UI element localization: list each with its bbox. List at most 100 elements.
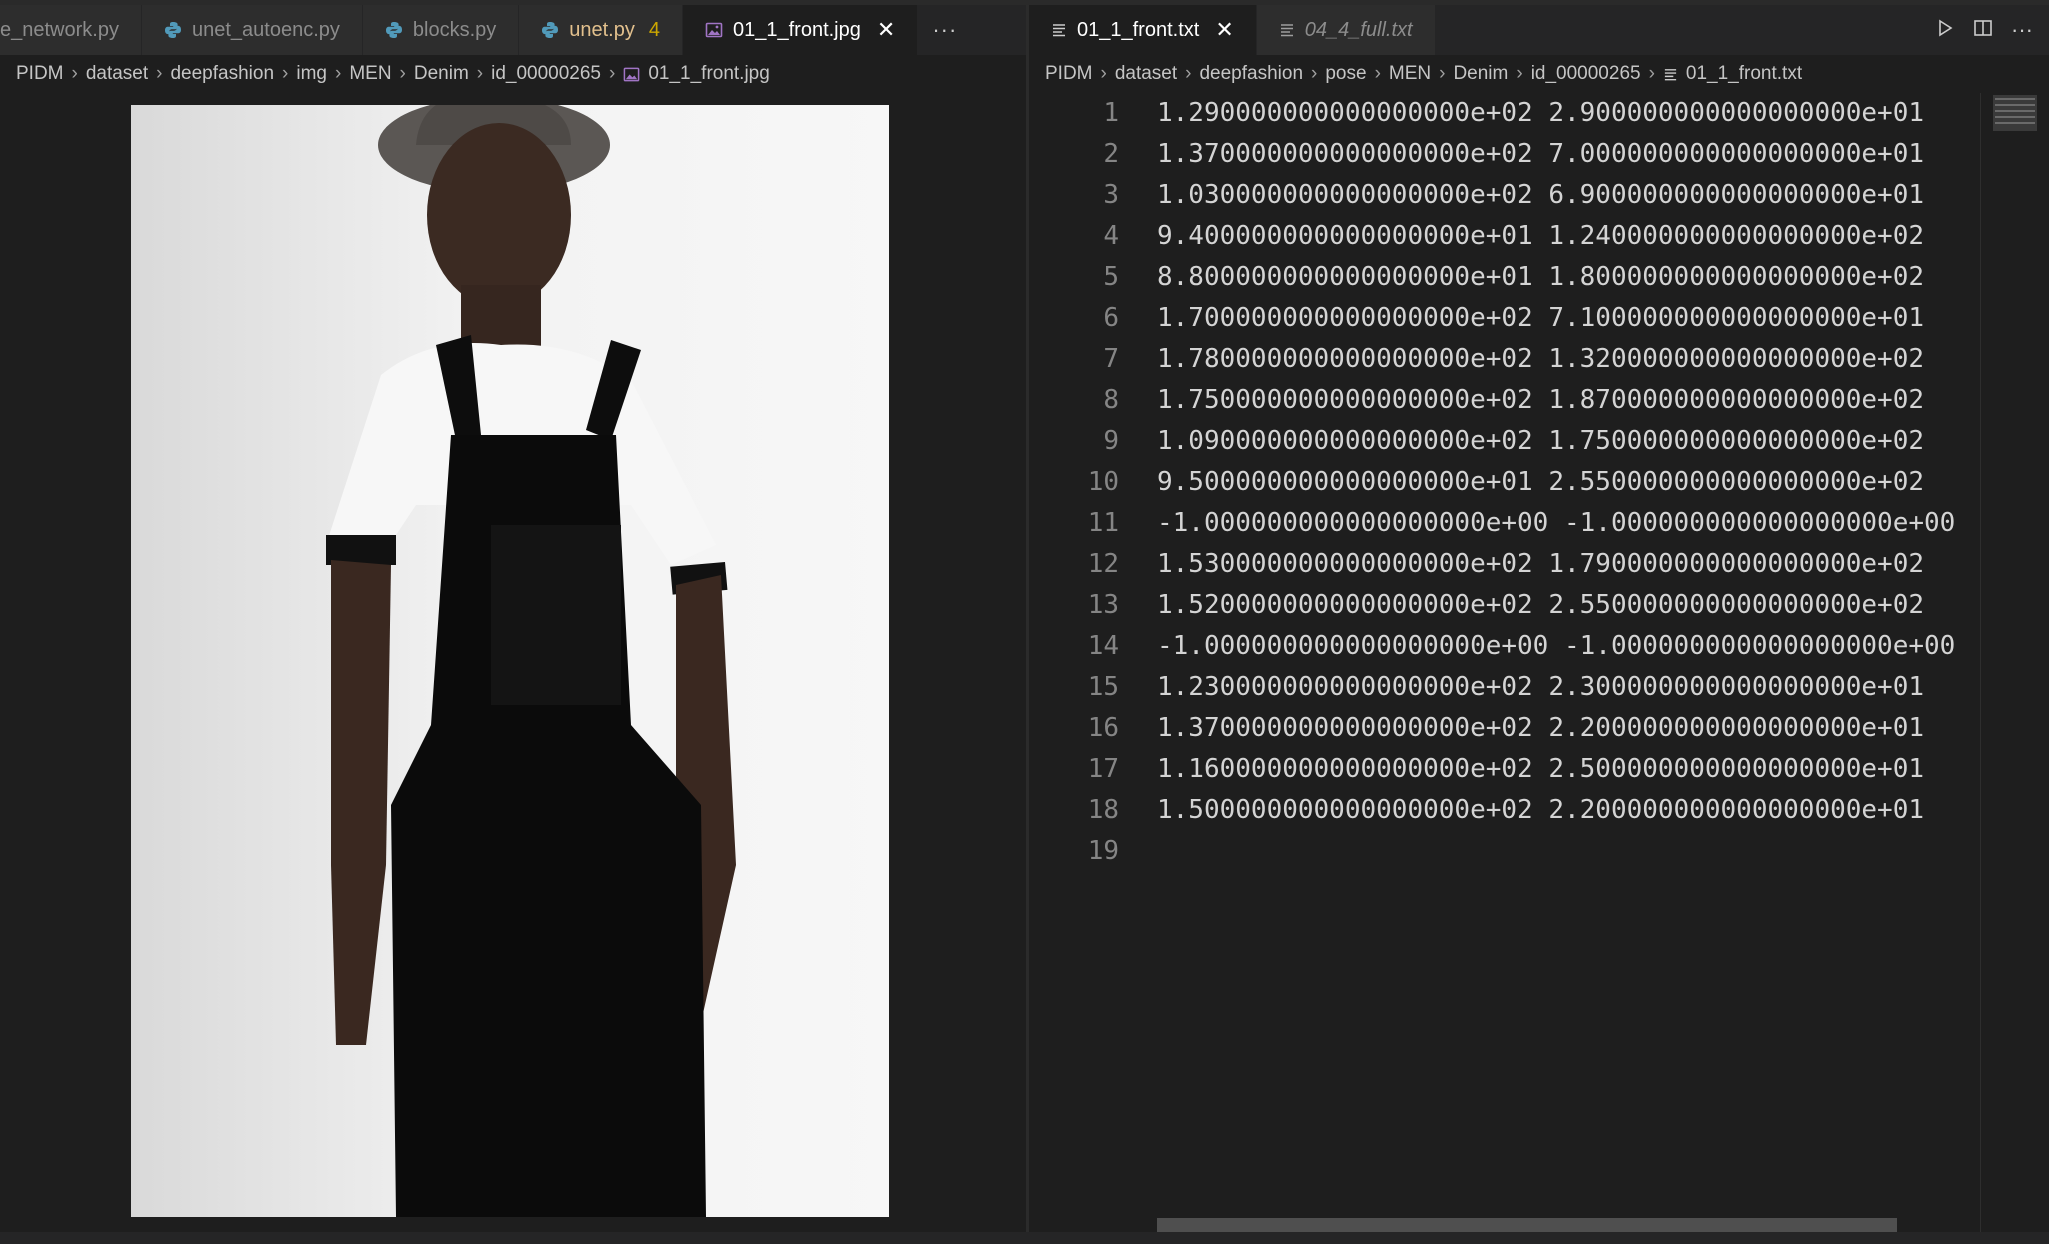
chevron-right-icon: › [156, 63, 163, 84]
chevron-right-icon: › [1648, 63, 1655, 84]
image-icon [705, 21, 723, 39]
tab-label: unet_autoenc.py [191, 18, 340, 41]
code-line[interactable]: -1.000000000000000000e+00 -1.00000000000… [1157, 626, 2007, 667]
breadcrumb-item[interactable]: 01_1_front.txt [1686, 63, 1802, 85]
breadcrumb-item[interactable]: img [296, 63, 327, 85]
editor-actions: ··· [1935, 5, 2049, 55]
split-editor-icon[interactable] [1973, 18, 1993, 43]
code-line[interactable]: 1.030000000000000000e+02 6.9000000000000… [1157, 175, 2007, 216]
breadcrumb-item[interactable]: 01_1_front.jpg [648, 63, 770, 85]
code-line[interactable]: 1.090000000000000000e+02 1.7500000000000… [1157, 421, 2007, 462]
breadcrumb-item[interactable]: MEN [1389, 63, 1431, 85]
breadcrumb-item[interactable]: Denim [1453, 63, 1508, 85]
chevron-right-icon: › [1374, 63, 1381, 84]
minimap-divider [1980, 93, 1981, 1232]
code-editor[interactable]: 1 2 3 4 5 6 7 8 9 10 11 12 13 14 15 16 1… [1029, 93, 2049, 1232]
code-line[interactable]: 1.500000000000000000e+02 2.2000000000000… [1157, 790, 2007, 831]
code-line[interactable]: 1.700000000000000000e+02 7.1000000000000… [1157, 298, 2007, 339]
code-line[interactable]: 1.230000000000000000e+02 2.3000000000000… [1157, 667, 2007, 708]
breadcrumb-item[interactable]: PIDM [1045, 63, 1093, 85]
breadcrumb-item[interactable]: id_00000265 [491, 63, 601, 85]
run-icon[interactable] [1935, 18, 1955, 43]
file-text-icon [1279, 22, 1295, 38]
code-line[interactable]: 1.520000000000000000e+02 2.5500000000000… [1157, 585, 2007, 626]
breadcrumb-item[interactable]: deepfashion [170, 63, 274, 85]
chevron-right-icon: › [399, 63, 406, 84]
code-line[interactable]: 1.750000000000000000e+02 1.8700000000000… [1157, 380, 2007, 421]
python-icon [385, 21, 403, 39]
python-icon [541, 21, 559, 39]
code-lines[interactable]: 1.290000000000000000e+02 2.9000000000000… [1157, 93, 2007, 872]
image-icon [623, 66, 640, 83]
horizontal-scrollbar[interactable] [1029, 1218, 2049, 1232]
line-number: 15 [1087, 672, 1119, 702]
more-actions-icon[interactable]: ··· [2011, 17, 2033, 43]
line-number: 8 [1103, 385, 1119, 415]
close-icon[interactable]: ✕ [877, 17, 895, 43]
code-line[interactable]: 8.800000000000000000e+01 1.8000000000000… [1157, 257, 2007, 298]
code-line[interactable]: 1.780000000000000000e+02 1.3200000000000… [1157, 339, 2007, 380]
breadcrumb-item[interactable]: PIDM [16, 63, 64, 85]
line-number: 11 [1087, 508, 1119, 538]
line-number: 16 [1087, 713, 1119, 743]
breadcrumb-item[interactable]: id_00000265 [1531, 63, 1641, 85]
close-icon[interactable]: ✕ [1215, 17, 1233, 43]
line-number: 1 [1103, 98, 1119, 128]
line-number: 4 [1103, 221, 1119, 251]
tab-blocks[interactable]: blocks.py [362, 5, 520, 55]
breadcrumb-item[interactable]: MEN [349, 63, 391, 85]
code-line[interactable] [1157, 831, 2007, 872]
breadcrumb-item[interactable]: Denim [414, 63, 469, 85]
code-line[interactable]: 9.500000000000000000e+01 2.5500000000000… [1157, 462, 2007, 503]
file-text-icon [1051, 22, 1067, 38]
minimap[interactable] [1991, 93, 2039, 133]
left-tab-bar: e_network.py unet_autoenc.py blocks.py u… [0, 5, 1026, 55]
code-line[interactable]: -1.000000000000000000e+00 -1.00000000000… [1157, 503, 2007, 544]
code-line[interactable]: 1.370000000000000000e+02 2.2000000000000… [1157, 708, 2007, 749]
line-number: 17 [1087, 754, 1119, 784]
tab-label: unet.py [569, 18, 635, 41]
breadcrumb-item[interactable]: deepfashion [1199, 63, 1303, 85]
line-number: 19 [1087, 836, 1119, 866]
tab-unet[interactable]: unet.py 4 [519, 5, 683, 55]
chevron-right-icon: › [1311, 63, 1318, 84]
breadcrumb: PIDM › dataset › deepfashion › pose › ME… [1029, 55, 2049, 93]
image-editor-group: e_network.py unet_autoenc.py blocks.py u… [0, 0, 1026, 1244]
tab-e-network[interactable]: e_network.py [0, 5, 142, 55]
line-number: 13 [1087, 590, 1119, 620]
image-preview [131, 105, 889, 1217]
window-top-border [0, 0, 2049, 5]
chevron-right-icon: › [1185, 63, 1192, 84]
problems-count-badge: 4 [648, 18, 660, 41]
line-number: 10 [1087, 467, 1119, 497]
breadcrumb-item[interactable]: dataset [86, 63, 148, 85]
code-line[interactable]: 1.160000000000000000e+02 2.5000000000000… [1157, 749, 2007, 790]
more-actions-icon[interactable]: ··· [918, 5, 971, 55]
code-line[interactable]: 1.290000000000000000e+02 2.9000000000000… [1157, 93, 2007, 134]
line-number: 5 [1103, 262, 1119, 292]
tab-label: 01_1_front.txt [1077, 18, 1200, 41]
fashion-model-photo [131, 105, 889, 1217]
line-number: 14 [1087, 631, 1119, 661]
file-text-icon [1663, 67, 1678, 82]
breadcrumb-item[interactable]: dataset [1115, 63, 1177, 85]
code-line[interactable]: 9.400000000000000000e+01 1.2400000000000… [1157, 216, 2007, 257]
chevron-right-icon: › [1516, 63, 1523, 84]
horizontal-scrollbar-thumb[interactable] [1157, 1218, 1897, 1232]
window-bottom-border [0, 1232, 2049, 1244]
tab-label: 04_4_full.txt [1304, 18, 1413, 41]
tab-01-1-front-jpg[interactable]: 01_1_front.jpg ✕ [682, 5, 919, 55]
breadcrumb-item[interactable]: pose [1325, 63, 1366, 85]
chevron-right-icon: › [71, 63, 78, 84]
tab-label: blocks.py [412, 18, 497, 41]
code-line[interactable]: 1.530000000000000000e+02 1.7900000000000… [1157, 544, 2007, 585]
tab-04-4-full-txt[interactable]: 04_4_full.txt [1256, 5, 1436, 55]
tab-unet-autoenc[interactable]: unet_autoenc.py [141, 5, 363, 55]
breadcrumb: PIDM › dataset › deepfashion › img › MEN… [0, 55, 1026, 93]
chevron-right-icon: › [334, 63, 342, 84]
chevron-right-icon: › [476, 63, 484, 84]
python-icon [164, 21, 182, 39]
tab-01-1-front-txt[interactable]: 01_1_front.txt ✕ [1029, 5, 1257, 55]
line-number: 3 [1103, 180, 1119, 210]
code-line[interactable]: 1.370000000000000000e+02 7.0000000000000… [1157, 134, 2007, 175]
